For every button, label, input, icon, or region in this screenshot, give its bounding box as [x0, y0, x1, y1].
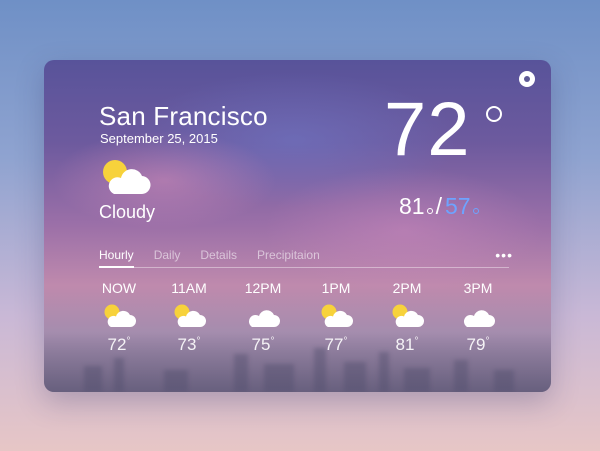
hour-temperature-value: 79 [466, 335, 486, 354]
cloud-icon [248, 310, 280, 327]
current-temperature: 72 [384, 92, 514, 168]
tab-details[interactable]: Details [200, 248, 237, 268]
hour-temperature: 75° [251, 335, 275, 354]
hour-temperature: 73° [177, 335, 201, 354]
partly-cloudy-icon [174, 304, 206, 327]
current-temperature-value: 72 [384, 87, 471, 172]
separator: / [435, 193, 442, 219]
high-temperature: 81 [399, 193, 433, 220]
cloud-icon [463, 310, 495, 327]
hour-label: 1PM [321, 280, 351, 296]
hourly-forecast-item: 1PM 77° [306, 280, 366, 355]
low-temperature-value: 57 [444, 193, 471, 219]
high-low-temperature: 81 / 57 [399, 193, 479, 220]
forecast-tabs: Hourly Daily Details Precipitaion ••• [99, 247, 512, 269]
hour-temperature: 79° [466, 335, 490, 354]
hour-temperature-value: 72 [107, 335, 127, 354]
tabs-divider [99, 267, 509, 268]
hourly-forecast-item: NOW 72° [89, 280, 149, 355]
low-temperature: 57 [445, 193, 479, 220]
hour-temperature: 77° [324, 335, 348, 354]
tab-hourly[interactable]: Hourly [99, 248, 134, 268]
hour-label: NOW [101, 280, 137, 296]
hour-temperature: 81° [395, 335, 419, 354]
partly-cloudy-icon [103, 160, 151, 195]
degree-symbol [472, 208, 479, 214]
hour-temperature-value: 81 [395, 335, 415, 354]
current-condition: Cloudy [99, 202, 156, 222]
hour-label: 2PM [392, 280, 422, 296]
record-button[interactable] [519, 71, 535, 87]
hour-label: 12PM [244, 280, 282, 296]
hour-temperature: 72° [107, 335, 131, 354]
city-name: San Francisco [99, 101, 268, 131]
degree-symbol [486, 106, 502, 122]
weather-card: San Francisco September 25, 2015 Cloudy … [44, 60, 551, 392]
hour-label: 11AM [171, 280, 207, 296]
tab-daily[interactable]: Daily [154, 248, 181, 268]
tab-precipitation[interactable]: Precipitaion [257, 248, 320, 268]
hourly-forecast-item: 2PM 81° [377, 280, 437, 355]
hourly-forecast-item: 12PM 75° [233, 280, 293, 355]
current-date: September 25, 2015 [100, 131, 218, 146]
more-options-icon[interactable]: ••• [495, 247, 513, 263]
partly-cloudy-icon [392, 304, 424, 327]
hour-temperature-value: 73 [177, 335, 197, 354]
partly-cloudy-icon [321, 304, 353, 327]
high-temperature-value: 81 [399, 193, 425, 219]
hourly-forecast-item: 3PM 79° [448, 280, 508, 355]
hour-label: 3PM [463, 280, 493, 296]
degree-symbol [426, 208, 433, 214]
partly-cloudy-icon [104, 304, 136, 327]
hourly-forecast-item: 11AM 73° [159, 280, 219, 355]
hour-temperature-value: 75 [251, 335, 271, 354]
hour-temperature-value: 77 [324, 335, 344, 354]
